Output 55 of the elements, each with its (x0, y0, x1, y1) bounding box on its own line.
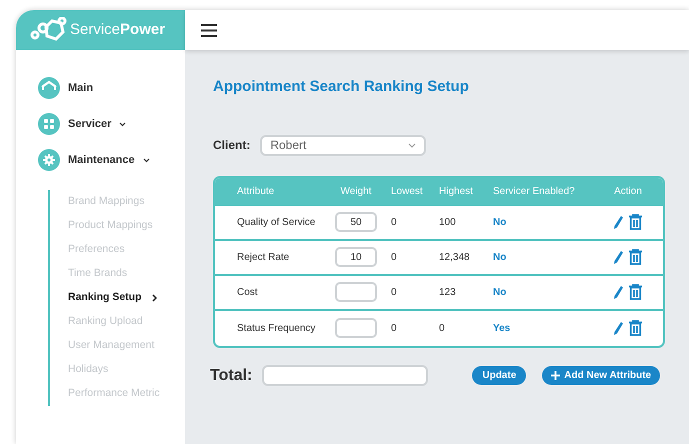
weight-field[interactable]: 10 (335, 247, 377, 267)
table-cell-text: 0 (391, 216, 397, 230)
table-cell-text: Status Frequency (237, 322, 316, 336)
home-icon (38, 77, 60, 99)
table-cell-text: 100 (439, 216, 456, 230)
chevron-down-icon (408, 142, 416, 148)
trash-icon[interactable] (629, 249, 642, 265)
trash-icon[interactable] (629, 320, 642, 336)
column-header: Attribute (237, 185, 274, 199)
dropdown-value: Robert (270, 137, 306, 154)
table-cell-text: 0 (391, 250, 397, 264)
table-cell-text: No (493, 250, 506, 264)
logo-icon (30, 17, 68, 43)
update-button[interactable]: Update (472, 366, 526, 385)
table-cell-text: Cost (237, 286, 258, 300)
table-cell-text: No (493, 216, 506, 230)
nav-item[interactable]: Maintenance (68, 152, 135, 168)
weight-field[interactable] (335, 318, 377, 338)
submenu-item[interactable]: Ranking Setup (68, 290, 142, 306)
table-cell-text: 123 (439, 286, 456, 300)
add-attribute-button[interactable]: Add New Attribute (542, 366, 660, 385)
client-label: Client: (213, 137, 250, 154)
grid-icon (38, 113, 60, 135)
table-cell-text: 12,348 (439, 250, 470, 264)
table-cell-text: 0 (391, 322, 397, 336)
weight-field[interactable] (335, 282, 377, 302)
menu-icon[interactable] (201, 24, 217, 36)
edit-icon[interactable] (614, 250, 623, 264)
page-title: Appointment Search Ranking Setup (213, 77, 470, 97)
edit-icon[interactable] (614, 286, 623, 298)
table-cell-text: No (493, 286, 506, 300)
edit-icon[interactable] (614, 216, 623, 228)
nav-item[interactable]: Servicer (68, 116, 112, 132)
nav-item[interactable]: Main (68, 80, 94, 96)
gear-icon (38, 149, 60, 171)
total-label: Total: (210, 366, 252, 386)
column-header: Highest (439, 185, 473, 199)
edit-icon[interactable] (614, 322, 623, 334)
weight-field[interactable]: 50 (335, 212, 377, 232)
chevron-right-icon (152, 294, 157, 302)
plus-icon (551, 371, 560, 380)
table-cell-text: Yes (493, 322, 510, 336)
total-field[interactable] (262, 365, 428, 386)
client-dropdown[interactable]: Robert (260, 134, 426, 156)
table-cell-text: Quality of Service (237, 216, 316, 230)
table-cell-text: Reject Rate (237, 250, 290, 264)
trash-icon[interactable] (629, 284, 642, 300)
logo-text: ServicePower (70, 20, 166, 40)
trash-icon[interactable] (629, 214, 642, 230)
table-cell-text: 0 (391, 286, 397, 300)
column-header: Lowest (391, 185, 423, 199)
column-header: Action (614, 185, 642, 199)
table-cell-text: 0 (439, 322, 445, 336)
column-header: Servicer Enabled? (493, 185, 575, 199)
column-header: Weight (340, 185, 372, 199)
